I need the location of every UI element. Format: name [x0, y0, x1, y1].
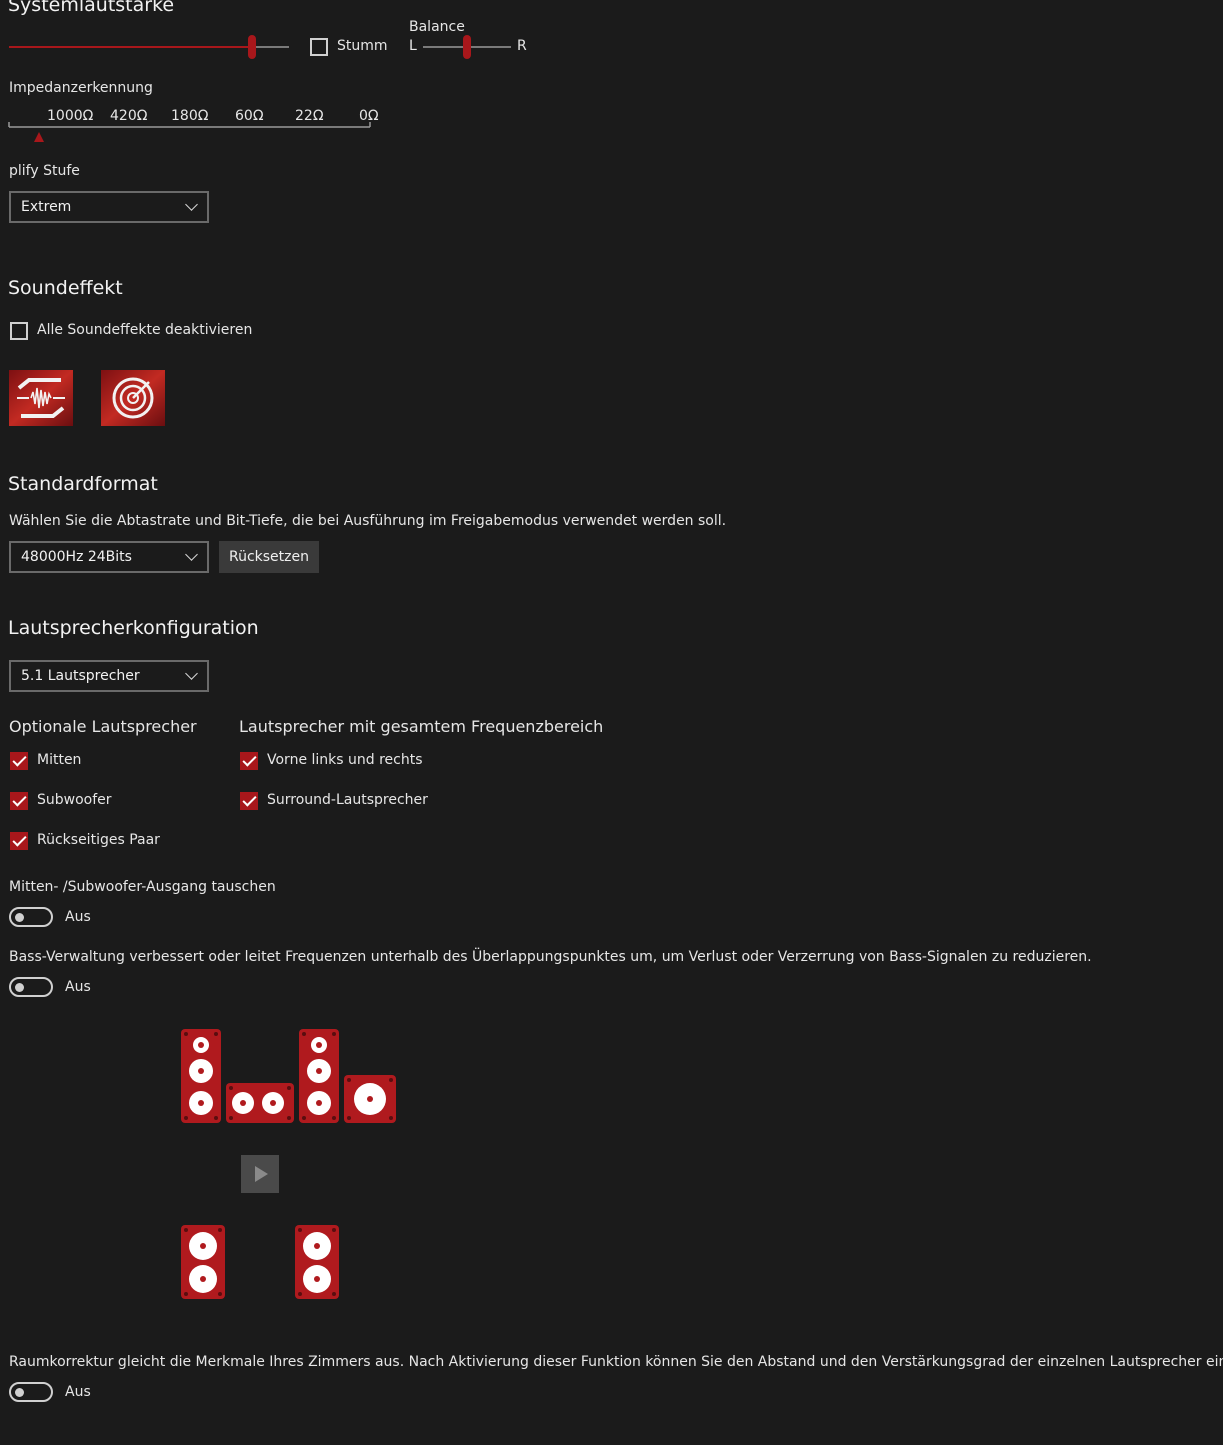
speaker-config-title: Lautsprecherkonfiguration	[8, 617, 259, 639]
surround-checkbox[interactable]	[240, 792, 258, 810]
format-description: Wählen Sie die Abtastrate und Bit-Tiefe,…	[9, 513, 727, 529]
toggle-knob	[15, 1388, 24, 1397]
play-icon	[255, 1166, 268, 1182]
system-volume-title: Systemlautstärke	[8, 0, 175, 16]
surround-label: Surround-Lautsprecher	[267, 792, 428, 808]
impedance-scale	[8, 122, 371, 128]
subwoofer-checkbox[interactable]	[10, 792, 28, 810]
room-correction-state: Aus	[65, 1384, 91, 1400]
room-correction-toggle[interactable]	[9, 1382, 53, 1402]
rear-right-speaker-icon[interactable]	[295, 1225, 339, 1299]
format-dropdown-value: 48000Hz 24Bits	[21, 549, 132, 565]
toggle-knob	[15, 913, 24, 922]
front-lr-checkbox[interactable]	[240, 752, 258, 770]
front-right-speaker-icon[interactable]	[299, 1029, 339, 1123]
rear-pair-label: Rückseitiges Paar	[37, 832, 160, 848]
subwoofer-speaker-icon[interactable]	[344, 1075, 396, 1123]
bass-management-toggle[interactable]	[9, 977, 53, 997]
amplify-dropdown[interactable]: Extrem	[9, 191, 209, 223]
swap-output-toggle[interactable]	[9, 907, 53, 927]
disable-all-effects-label: Alle Soundeffekte deaktivieren	[37, 322, 253, 338]
play-test-button[interactable]	[241, 1155, 279, 1193]
amplify-title: plify Stufe	[9, 163, 80, 179]
center-speaker-label: Mitten	[37, 752, 82, 768]
chevron-down-icon	[185, 667, 198, 680]
optional-speakers-title: Optionale Lautsprecher	[9, 717, 197, 736]
sonic-studio-icon[interactable]	[9, 370, 73, 426]
volume-slider-track-empty[interactable]	[252, 46, 289, 48]
volume-slider-track-filled[interactable]	[9, 46, 252, 48]
balance-left-label: L	[409, 38, 417, 54]
bass-management-title: Bass-Verwaltung verbessert oder leitet F…	[9, 949, 1092, 965]
soundeffect-title: Soundeffekt	[8, 277, 123, 299]
speaker-config-dropdown-value: 5.1 Lautsprecher	[21, 668, 140, 684]
balance-label: Balance	[409, 19, 465, 35]
format-title: Standardformat	[8, 473, 158, 495]
reset-button[interactable]: Rücksetzen	[219, 541, 319, 573]
rear-pair-checkbox[interactable]	[10, 832, 28, 850]
disable-all-effects-checkbox[interactable]	[10, 322, 28, 340]
subwoofer-label: Subwoofer	[37, 792, 112, 808]
impedance-title: Impedanzerkennung	[9, 80, 153, 96]
rear-left-speaker-icon[interactable]	[181, 1225, 225, 1299]
swap-output-state: Aus	[65, 909, 91, 925]
mute-checkbox[interactable]	[310, 38, 328, 56]
center-speaker-checkbox[interactable]	[10, 752, 28, 770]
balance-slider-thumb[interactable]	[463, 35, 471, 59]
front-lr-label: Vorne links und rechts	[267, 752, 423, 768]
volume-slider-thumb[interactable]	[248, 35, 256, 59]
center-speaker-icon[interactable]	[226, 1083, 294, 1123]
impedance-marker-icon	[34, 132, 44, 142]
swap-output-title: Mitten- /Subwoofer-Ausgang tauschen	[9, 879, 276, 895]
sonic-radar-icon[interactable]	[101, 370, 165, 426]
amplify-dropdown-value: Extrem	[21, 199, 72, 215]
balance-right-label: R	[517, 38, 527, 54]
chevron-down-icon	[185, 548, 198, 561]
room-correction-title: Raumkorrektur gleicht die Merkmale Ihres…	[9, 1354, 1223, 1370]
format-dropdown[interactable]: 48000Hz 24Bits	[9, 541, 209, 573]
toggle-knob	[15, 983, 24, 992]
speaker-config-dropdown[interactable]: 5.1 Lautsprecher	[9, 660, 209, 692]
chevron-down-icon	[185, 198, 198, 211]
bass-management-state: Aus	[65, 979, 91, 995]
front-left-speaker-icon[interactable]	[181, 1029, 221, 1123]
fullrange-speakers-title: Lautsprecher mit gesamtem Frequenzbereic…	[239, 717, 604, 736]
mute-label: Stumm	[337, 38, 388, 54]
